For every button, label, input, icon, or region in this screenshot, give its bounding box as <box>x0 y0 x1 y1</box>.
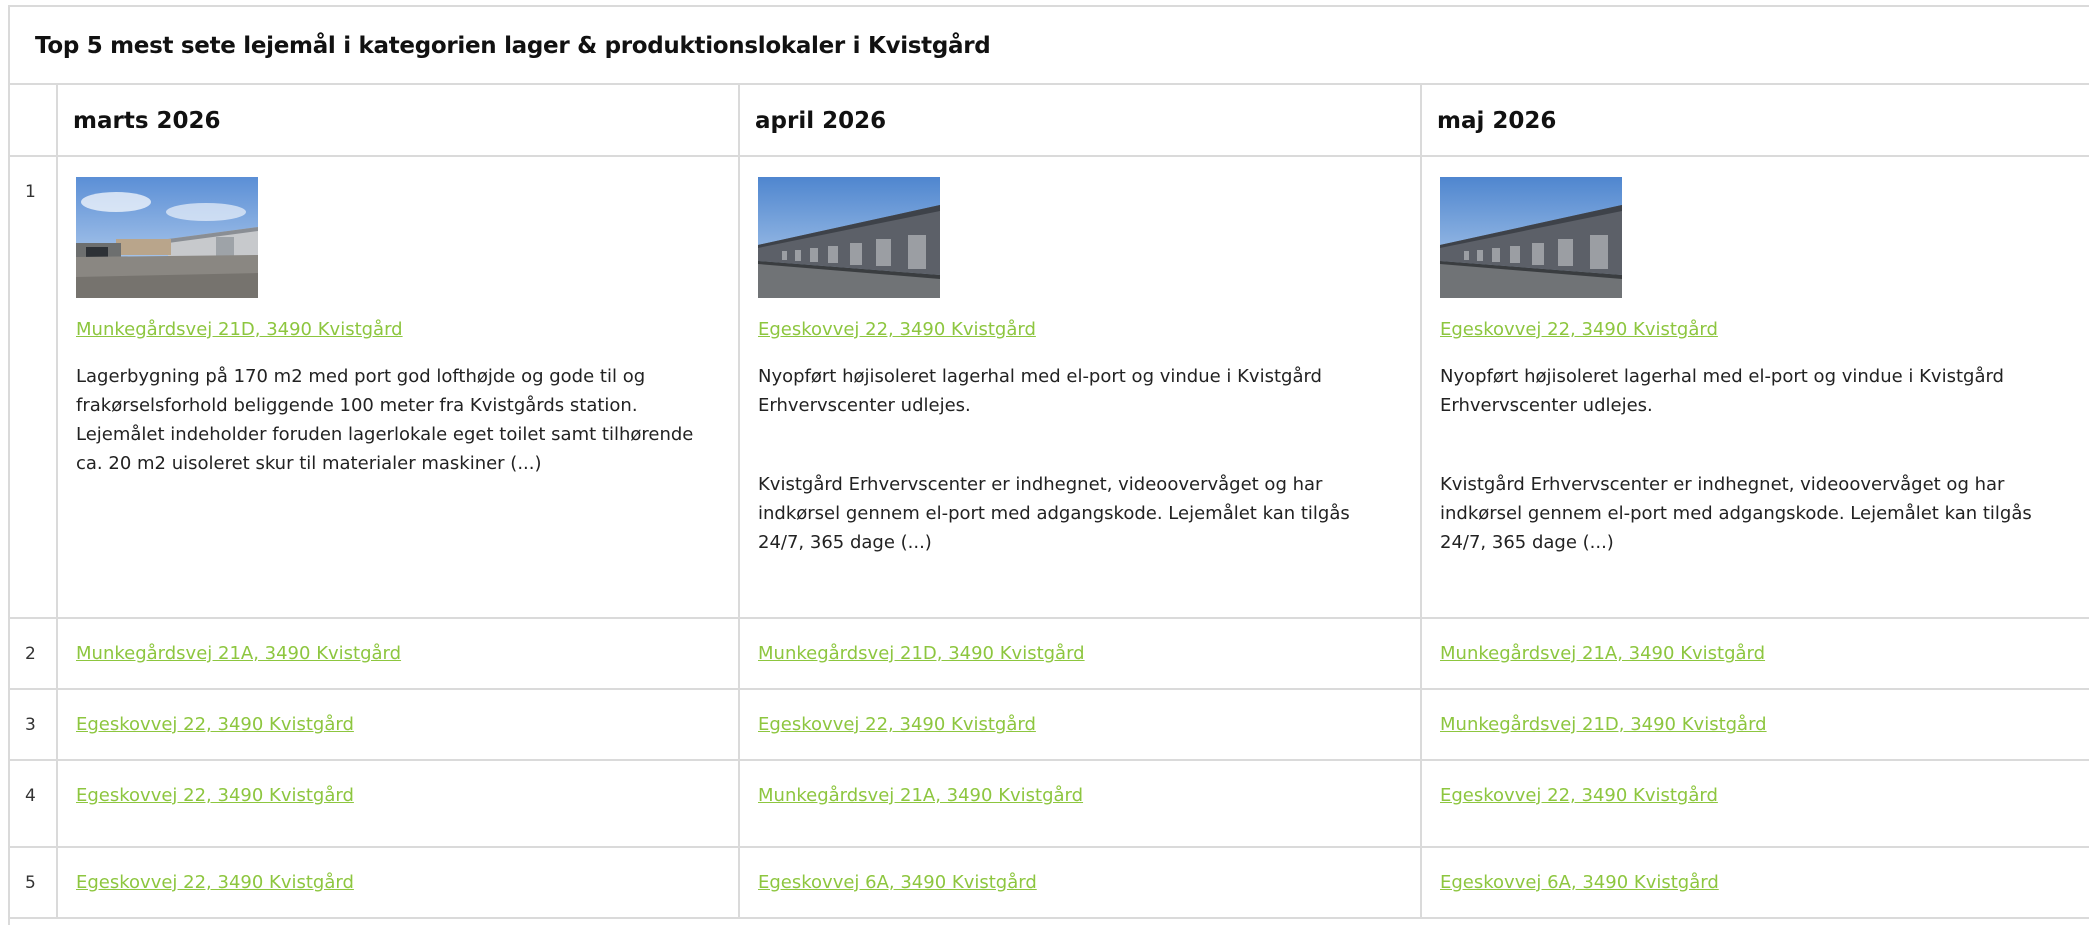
listing-address-link[interactable]: Munkegårdsvej 21A, 3490 Kvistgård <box>758 785 1083 806</box>
rank-header <box>10 85 58 157</box>
warehouse-row-photo-icon <box>1440 177 1622 298</box>
listing-cell-april: Munkegårdsvej 21A, 3490 Kvistgård <box>738 759 1422 848</box>
table-row: 4 Egeskovvej 22, 3490 Kvistgård Munkegår… <box>10 759 2089 848</box>
rank-number: 5 <box>10 846 58 919</box>
description-paragraph: Kvistgård Erhvervscenter er indhegnet, v… <box>1440 474 2032 553</box>
top-listing-april: Egeskovvej 22, 3490 Kvistgård Nyopført h… <box>738 155 1422 619</box>
listing-address-link[interactable]: Munkegårdsvej 21D, 3490 Kvistgård <box>758 643 1085 664</box>
building-photo-icon <box>76 177 258 298</box>
listing-photo[interactable] <box>76 177 258 298</box>
listing-photo[interactable] <box>758 177 940 298</box>
listing-cell-april: Egeskovvej 22, 3490 Kvistgård <box>738 688 1422 761</box>
table-row: 2 Munkegårdsvej 21A, 3490 Kvistgård Munk… <box>10 617 2089 690</box>
description-paragraph: Nyopført højisoleret lagerhal med el-por… <box>758 366 1322 416</box>
listing-address-link[interactable]: Egeskovvej 22, 3490 Kvistgård <box>1440 319 1718 340</box>
listing-description: Nyopført højisoleret lagerhal med el-por… <box>758 362 1380 557</box>
month-header-march: marts 2026 <box>56 85 740 157</box>
table-row: 1 Munkegårdsvej 21D, 3490 Kvistgård Lage… <box>10 155 2089 619</box>
listing-cell-march: Egeskovvej 22, 3490 Kvistgård <box>56 688 740 761</box>
listing-cell-march: Egeskovvej 22, 3490 Kvistgård <box>56 759 740 848</box>
rank-number: 4 <box>10 759 58 848</box>
listing-address-link[interactable]: Egeskovvej 22, 3490 Kvistgård <box>758 714 1036 735</box>
listing-address-link[interactable]: Egeskovvej 22, 3490 Kvistgård <box>76 785 354 806</box>
listing-address-link[interactable]: Egeskovvej 6A, 3490 Kvistgård <box>1440 872 1719 893</box>
listing-address-link[interactable]: Egeskovvej 22, 3490 Kvistgård <box>76 714 354 735</box>
listing-description: Lagerbygning på 170 m2 med port god loft… <box>76 362 698 478</box>
listing-cell-may: Munkegårdsvej 21A, 3490 Kvistgård <box>1420 617 2089 690</box>
listing-cell-march: Egeskovvej 22, 3490 Kvistgård <box>56 846 740 919</box>
listing-cell-may: Munkegårdsvej 21D, 3490 Kvistgård <box>1420 688 2089 761</box>
listing-address-link[interactable]: Munkegårdsvej 21D, 3490 Kvistgård <box>1440 714 1767 735</box>
top-rentals-widget: Top 5 mest sete lejemål i kategorien lag… <box>8 5 2089 925</box>
listing-description: Nyopført højisoleret lagerhal med el-por… <box>1440 362 2063 557</box>
listing-cell-may: Egeskovvej 6A, 3490 Kvistgård <box>1420 846 2089 919</box>
top-listing-march: Munkegårdsvej 21D, 3490 Kvistgård Lagerb… <box>56 155 740 619</box>
listing-address-link[interactable]: Egeskovvej 22, 3490 Kvistgård <box>758 319 1036 340</box>
listing-photo[interactable] <box>1440 177 1622 298</box>
listing-cell-may: Egeskovvej 22, 3490 Kvistgård <box>1420 759 2089 848</box>
table-row: 5 Egeskovvej 22, 3490 Kvistgård Egeskovv… <box>10 846 2089 919</box>
description-paragraph: Kvistgård Erhvervscenter er indhegnet, v… <box>758 474 1350 553</box>
listing-cell-march: Munkegårdsvej 21A, 3490 Kvistgård <box>56 617 740 690</box>
header-row: marts 2026 april 2026 maj 2026 <box>10 85 2089 157</box>
rank-number: 2 <box>10 617 58 690</box>
top-listing-may: Egeskovvej 22, 3490 Kvistgård Nyopført h… <box>1420 155 2089 619</box>
listing-address-link[interactable]: Egeskovvej 22, 3490 Kvistgård <box>76 872 354 893</box>
table-row: 3 Egeskovvej 22, 3490 Kvistgård Egeskovv… <box>10 688 2089 761</box>
month-header-may: maj 2026 <box>1420 85 2089 157</box>
month-header-april: april 2026 <box>738 85 1422 157</box>
listing-address-link[interactable]: Egeskovvej 6A, 3490 Kvistgård <box>758 872 1037 893</box>
listing-cell-april: Egeskovvej 6A, 3490 Kvistgård <box>738 846 1422 919</box>
listing-address-link[interactable]: Munkegårdsvej 21D, 3490 Kvistgård <box>76 319 403 340</box>
ranking-table: marts 2026 april 2026 maj 2026 1 Munkegå… <box>10 85 2089 919</box>
description-paragraph: Lagerbygning på 170 m2 med port god loft… <box>76 366 694 474</box>
listing-address-link[interactable]: Munkegårdsvej 21A, 3490 Kvistgård <box>76 643 401 664</box>
rank-number: 3 <box>10 688 58 761</box>
widget-title: Top 5 mest sete lejemål i kategorien lag… <box>10 7 2089 85</box>
listing-address-link[interactable]: Munkegårdsvej 21A, 3490 Kvistgård <box>1440 643 1765 664</box>
warehouse-row-photo-icon <box>758 177 940 298</box>
rank-number: 1 <box>10 155 58 619</box>
description-paragraph: Nyopført højisoleret lagerhal med el-por… <box>1440 366 2004 416</box>
listing-cell-april: Munkegårdsvej 21D, 3490 Kvistgård <box>738 617 1422 690</box>
listing-address-link[interactable]: Egeskovvej 22, 3490 Kvistgård <box>1440 785 1718 806</box>
